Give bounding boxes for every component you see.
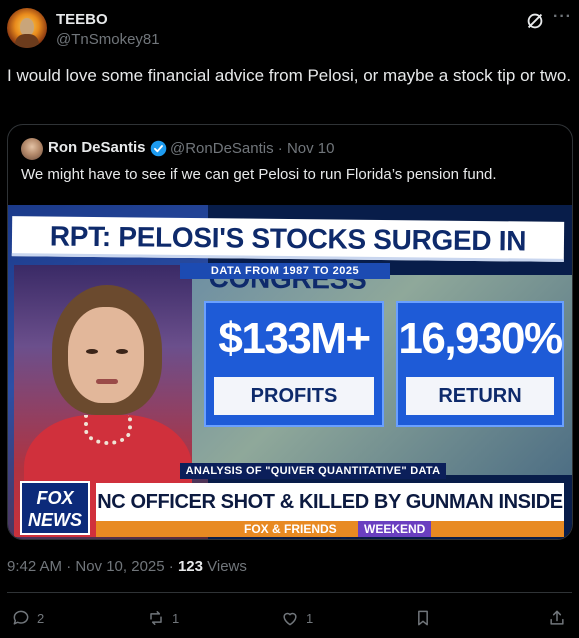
- action-bar: 2 1 1: [0, 604, 579, 632]
- stat-profits-label: PROFITS: [214, 377, 374, 415]
- tv-headline: RPT: PELOSI'S STOCKS SURGED IN CONGRESS: [11, 216, 565, 295]
- photo-eye-left: [86, 349, 98, 354]
- show-name: FOX & FRIENDS: [244, 522, 337, 536]
- repost-count: 1: [172, 610, 180, 626]
- views-label: Views: [202, 558, 247, 575]
- quoted-post-text: We might have to see if we can get Pelos…: [21, 166, 497, 183]
- stat-return-panel: 16,930% RETURN: [396, 301, 564, 427]
- post-meta: 9:42 AM · Nov 10, 2025 · 123 Views: [7, 558, 247, 575]
- avatar-body: [15, 34, 39, 48]
- quoted-author-handle[interactable]: @RonDeSantis · Nov 10: [170, 140, 334, 157]
- tv-ticker: NC OFFICER SHOT & KILLED BY GUNMAN INSID…: [96, 483, 564, 539]
- share-icon: [550, 610, 564, 625]
- photo-face: [68, 307, 144, 403]
- stat-return-value: 16,930%: [398, 314, 563, 363]
- reply-count: 2: [37, 610, 45, 626]
- reply-button[interactable]: 2: [11, 604, 44, 632]
- photo-mouth: [96, 379, 118, 384]
- views-count: 123: [177, 558, 203, 575]
- author-name[interactable]: TEEBO: [56, 11, 108, 28]
- stat-profits-panel: $133M+ PROFITS: [204, 301, 384, 427]
- show-tag: WEEKEND: [358, 521, 432, 537]
- quoted-author-avatar[interactable]: [21, 138, 43, 160]
- author-handle[interactable]: @TnSmokey81: [56, 31, 160, 48]
- like-count: 1: [306, 610, 314, 626]
- repost-icon: [150, 611, 162, 625]
- reply-icon: [13, 610, 29, 625]
- logo-line-2: NEWS: [28, 510, 82, 530]
- bookmark-button[interactable]: [413, 604, 433, 632]
- quoted-post[interactable]: Ron DeSantis @RonDeSantis · Nov 10 We mi…: [7, 124, 573, 540]
- tv-source-note: ANALYSIS OF "QUIVER QUANTITATIVE" DATA: [180, 463, 446, 479]
- photo-necklace: [84, 415, 132, 445]
- bookmark-icon: [418, 610, 428, 626]
- grok-icon[interactable]: [524, 10, 546, 32]
- stat-return-label: RETURN: [406, 377, 554, 415]
- stat-profits-value: $133M+: [218, 314, 371, 363]
- author-avatar[interactable]: [7, 8, 47, 48]
- like-button[interactable]: 1: [280, 604, 313, 632]
- tv-show-bar: FOX & FRIENDS WEEKEND: [96, 521, 564, 537]
- logo-line-1: FOX: [36, 488, 74, 508]
- photo-eye-right: [116, 349, 128, 354]
- verified-badge-icon: [150, 140, 167, 157]
- quoted-author-name[interactable]: Ron DeSantis: [48, 139, 146, 156]
- fox-news-logo: FOX NEWS: [20, 481, 90, 535]
- quoted-media-image[interactable]: RPT: PELOSI'S STOCKS SURGED IN CONGRESS …: [8, 205, 572, 539]
- heart-icon: [283, 612, 297, 626]
- repost-button[interactable]: 1: [146, 604, 179, 632]
- actions-divider: [7, 592, 572, 593]
- post-header: TEEBO @TnSmokey81 ···: [0, 0, 579, 58]
- more-options-icon[interactable]: ···: [553, 8, 573, 28]
- tv-subhead: DATA FROM 1987 TO 2025: [180, 263, 390, 279]
- post-text: I would love some financial advice from …: [7, 66, 572, 85]
- post-timestamp[interactable]: 9:42 AM · Nov 10, 2025 ·: [7, 558, 178, 575]
- share-button[interactable]: [547, 604, 567, 632]
